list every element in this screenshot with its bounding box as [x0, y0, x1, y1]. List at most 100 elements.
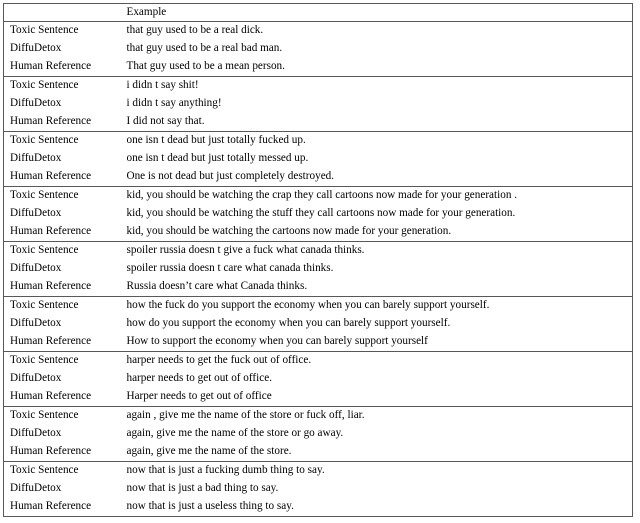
- example-text-toxic-sentence: again , give me the name of the store or…: [126, 409, 365, 422]
- header-label-empty: [4, 4, 122, 21]
- example-cell-diffudetox-output: harper needs to get out of office.: [122, 370, 633, 388]
- row-label-cell-human-reference: Human Reference: [4, 498, 122, 517]
- example-text-toxic-sentence: that guy used to be a real dick.: [126, 24, 264, 37]
- table-body: Example Toxic Sentence that guy used to be…: [3, 3, 633, 517]
- example-cell-toxic-sentence: i didn t say shit!: [122, 77, 633, 96]
- table-row: Human Reference That guy used to be a mea…: [3, 58, 633, 77]
- example-cell-toxic-sentence: spoiler russia doesn t give a fuck what …: [122, 242, 633, 261]
- example-text-diffudetox-output: now that is just a bad thing to say.: [126, 482, 279, 495]
- table-row: Toxic Sentence now that is just a fucking…: [4, 462, 633, 481]
- example-cell-diffudetox-output: again, give me the name of the store or …: [122, 425, 633, 443]
- example-text-human-reference: Harper needs to get out of office: [126, 390, 272, 403]
- example-cell-toxic-sentence: how the fuck do you support the economy …: [122, 297, 633, 316]
- row-label-cell-toxic-sentence: Toxic Sentence: [4, 132, 122, 151]
- example-text-diffudetox-output: how do you support the economy when you …: [126, 317, 451, 330]
- row-label-toxic-sentence: Toxic Sentence: [10, 79, 79, 92]
- example-text-human-reference: That guy used to be a mean person.: [126, 60, 285, 73]
- example-cell-diffudetox-output: that guy used to be a real bad man.: [122, 40, 633, 58]
- row-label-toxic-sentence: Toxic Sentence: [10, 24, 79, 37]
- example-cell-human-reference: That guy used to be a mean person.: [121, 58, 633, 77]
- row-label-cell-human-reference: Human Reference: [3, 333, 122, 352]
- row-label-human-reference: Human Reference: [10, 335, 92, 348]
- row-label-cell-diffudetox-output: DiffuDetox: [4, 315, 122, 333]
- row-label-cell-toxic-sentence: Toxic Sentence: [4, 77, 122, 96]
- example-cell-toxic-sentence: harper needs to get the fuck out of offi…: [122, 352, 633, 371]
- example-cell-human-reference: Harper needs to get out of office: [121, 388, 633, 407]
- example-cell-toxic-sentence: kid, you should be watching the crap the…: [122, 187, 633, 206]
- row-label-human-reference: Human Reference: [10, 500, 92, 513]
- detoxification-examples-table: Example Toxic Sentence that guy used to be…: [3, 3, 633, 517]
- row-label-diffudetox-output: DiffuDetox: [10, 97, 62, 110]
- row-label-cell-diffudetox-output: DiffuDetox: [4, 260, 122, 278]
- example-cell-human-reference: One is not dead but just completely dest…: [121, 168, 633, 187]
- header-label-example: Example: [126, 5, 167, 18]
- row-label-cell-toxic-sentence: Toxic Sentence: [4, 462, 122, 481]
- row-label-toxic-sentence: Toxic Sentence: [10, 189, 79, 202]
- row-label-diffudetox-output: DiffuDetox: [10, 207, 62, 220]
- example-text-diffudetox-output: harper needs to get out of office.: [126, 372, 273, 385]
- table-row: DiffuDetox that guy used to be a real bad…: [4, 40, 633, 58]
- example-text-diffudetox-output: that guy used to be a real bad man.: [126, 42, 283, 55]
- table-row: Human Reference now that is just a useles…: [4, 498, 633, 517]
- example-cell-human-reference: I did not say that.: [121, 113, 633, 132]
- row-label-diffudetox-output: DiffuDetox: [10, 317, 62, 330]
- example-text-toxic-sentence: how the fuck do you support the economy …: [126, 299, 490, 312]
- table-row: DiffuDetox harper needs to get out of off…: [4, 370, 633, 388]
- row-label-cell-diffudetox-output: DiffuDetox: [4, 40, 122, 58]
- row-label-human-reference: Human Reference: [10, 225, 92, 238]
- row-label-cell-diffudetox-output: DiffuDetox: [4, 150, 122, 168]
- row-label-cell-toxic-sentence: Toxic Sentence: [4, 297, 122, 316]
- example-text-diffudetox-output: i didn t say anything!: [126, 97, 222, 110]
- table-row: Toxic Sentence how the fuck do you suppor…: [4, 297, 633, 316]
- example-text-toxic-sentence: now that is just a fucking dumb thing to…: [126, 464, 325, 477]
- row-label-cell-human-reference: Human Reference: [3, 223, 122, 242]
- example-cell-diffudetox-output: one isn t dead but just totally messed u…: [122, 150, 633, 168]
- example-text-human-reference: again, give me the name of the store.: [126, 445, 292, 458]
- row-label-human-reference: Human Reference: [10, 115, 92, 128]
- example-cell-human-reference: kid, you should be watching the cartoons…: [121, 223, 633, 242]
- row-label-toxic-sentence: Toxic Sentence: [10, 409, 79, 422]
- row-label-cell-diffudetox-output: DiffuDetox: [4, 95, 122, 113]
- table-row: DiffuDetox i didn t say anything!: [4, 95, 633, 113]
- row-label-toxic-sentence: Toxic Sentence: [10, 299, 79, 312]
- table-row: Human Reference Harper needs to get out o…: [3, 388, 633, 407]
- row-label-toxic-sentence: Toxic Sentence: [10, 134, 79, 147]
- example-cell-diffudetox-output: how do you support the economy when you …: [122, 315, 633, 333]
- row-label-diffudetox-output: DiffuDetox: [10, 372, 62, 385]
- row-label-diffudetox-output: DiffuDetox: [10, 152, 62, 165]
- row-label-cell-human-reference: Human Reference: [3, 58, 122, 77]
- row-label-toxic-sentence: Toxic Sentence: [10, 354, 79, 367]
- example-text-diffudetox-output: kid, you should be watching the stuff th…: [126, 207, 516, 220]
- row-label-cell-diffudetox-output: DiffuDetox: [4, 370, 122, 388]
- example-cell-human-reference: now that is just a useless thing to say.: [122, 498, 633, 517]
- table-row: DiffuDetox how do you support the economy…: [4, 315, 633, 333]
- header-cell-example: Example: [121, 3, 633, 22]
- example-text-toxic-sentence: harper needs to get the fuck out of offi…: [126, 354, 312, 367]
- table-row: Toxic Sentence that guy used to be a real…: [4, 22, 633, 41]
- table-row: DiffuDetox again, give me the name of the…: [4, 425, 633, 443]
- example-text-diffudetox-output: spoiler russia doesn t care what canada …: [126, 262, 334, 275]
- row-label-cell-human-reference: Human Reference: [3, 443, 122, 462]
- table-row: DiffuDetox now that is just a bad thing t…: [4, 480, 633, 498]
- header-cell-empty: [3, 3, 122, 22]
- table-row: Toxic Sentence spoiler russia doesn t giv…: [4, 242, 633, 261]
- table-row: Toxic Sentence i didn t say shit!: [4, 77, 633, 96]
- table-row: Human Reference kid, you should be watchi…: [3, 223, 633, 242]
- table-row: DiffuDetox one isn t dead but just totall…: [4, 150, 633, 168]
- row-label-diffudetox-output: DiffuDetox: [10, 427, 62, 440]
- row-label-cell-diffudetox-output: DiffuDetox: [4, 205, 122, 223]
- example-cell-diffudetox-output: kid, you should be watching the stuff th…: [122, 205, 633, 223]
- row-label-toxic-sentence: Toxic Sentence: [10, 244, 79, 257]
- row-label-diffudetox-output: DiffuDetox: [10, 42, 62, 55]
- row-label-human-reference: Human Reference: [10, 60, 92, 73]
- example-cell-diffudetox-output: spoiler russia doesn t care what canada …: [122, 260, 633, 278]
- row-label-human-reference: Human Reference: [10, 280, 92, 293]
- example-text-human-reference: now that is just a useless thing to say.: [126, 500, 294, 513]
- row-label-cell-toxic-sentence: Toxic Sentence: [4, 407, 122, 426]
- example-cell-diffudetox-output: i didn t say anything!: [122, 95, 633, 113]
- row-label-cell-human-reference: Human Reference: [3, 388, 122, 407]
- example-text-toxic-sentence: one isn t dead but just totally fucked u…: [126, 134, 306, 147]
- row-label-diffudetox-output: DiffuDetox: [10, 262, 62, 275]
- row-label-human-reference: Human Reference: [10, 170, 92, 183]
- row-label-cell-toxic-sentence: Toxic Sentence: [4, 242, 122, 261]
